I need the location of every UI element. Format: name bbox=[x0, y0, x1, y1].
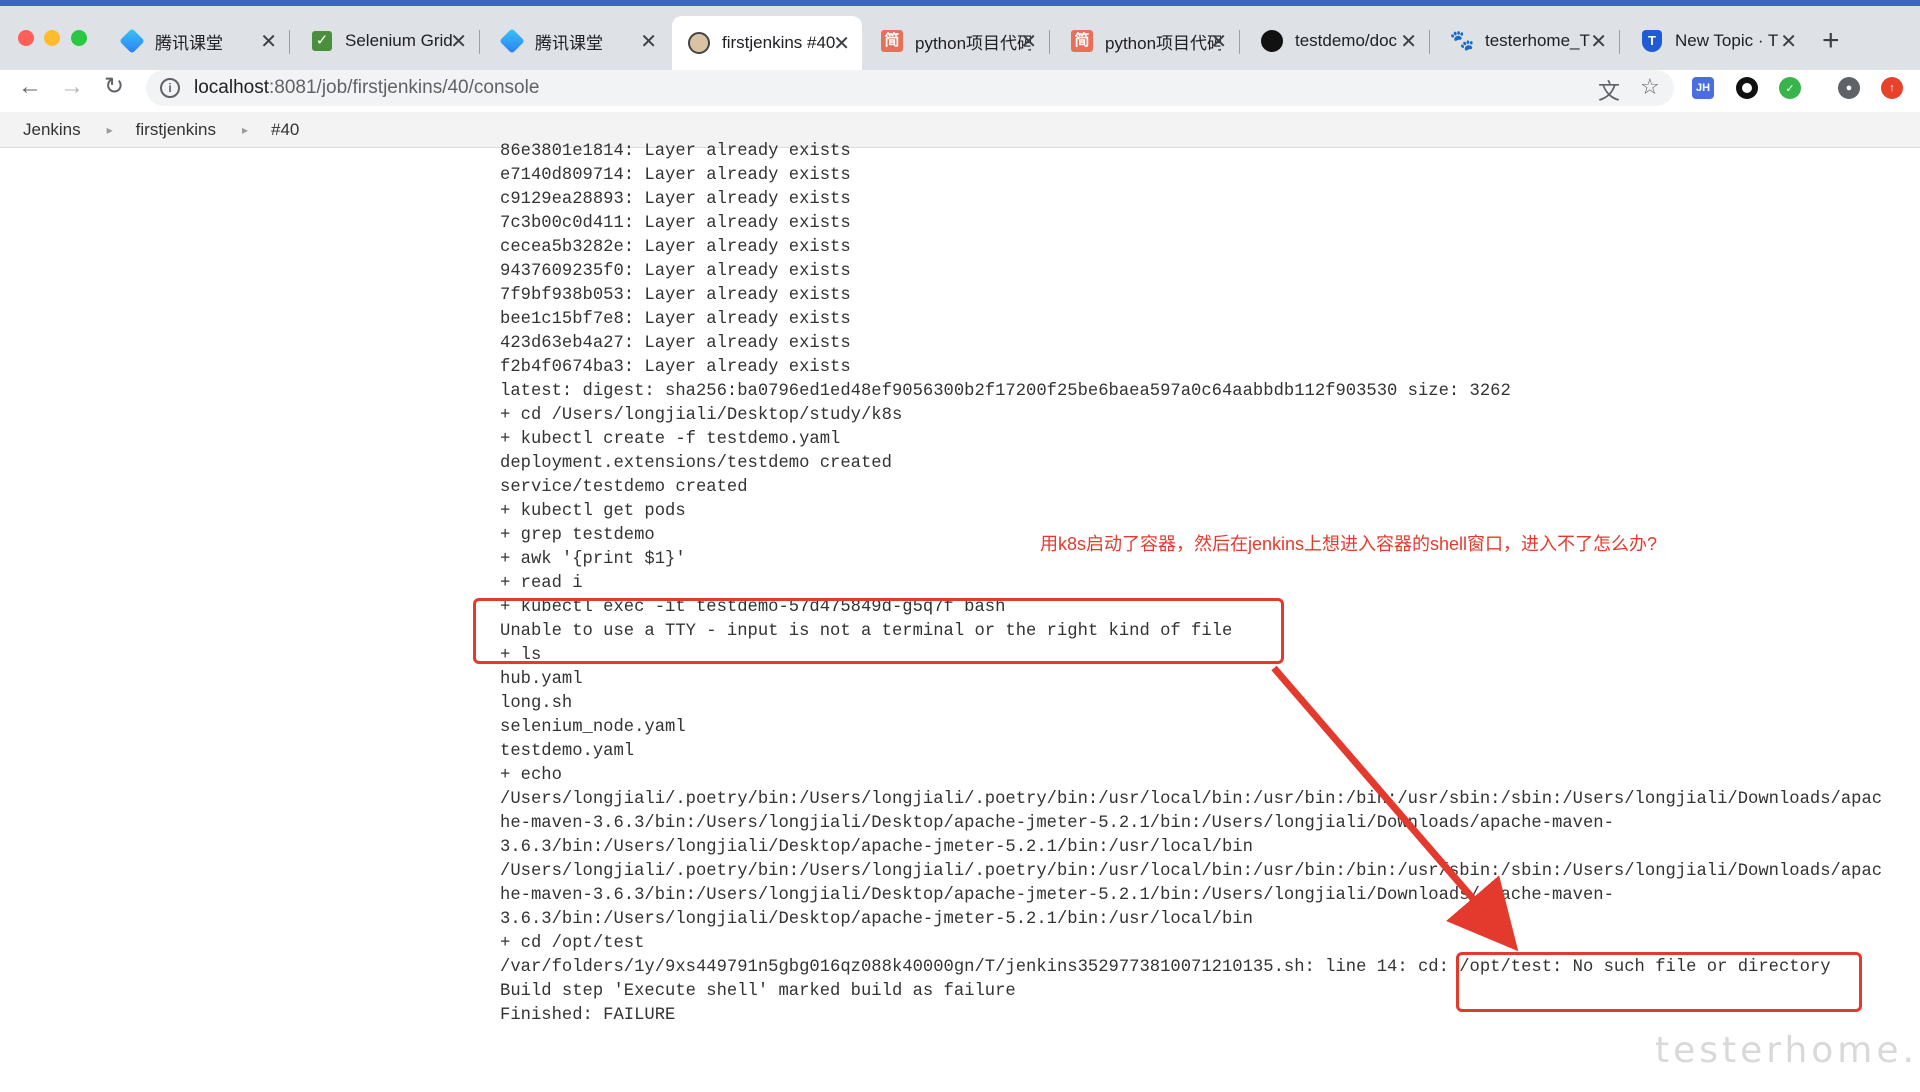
annotation-question: 用k8s启动了容器，然后在jenkins上想进入容器的shell窗口，进入不了怎… bbox=[1040, 534, 1658, 554]
watermark: testerhome.com bbox=[1655, 1030, 1920, 1071]
